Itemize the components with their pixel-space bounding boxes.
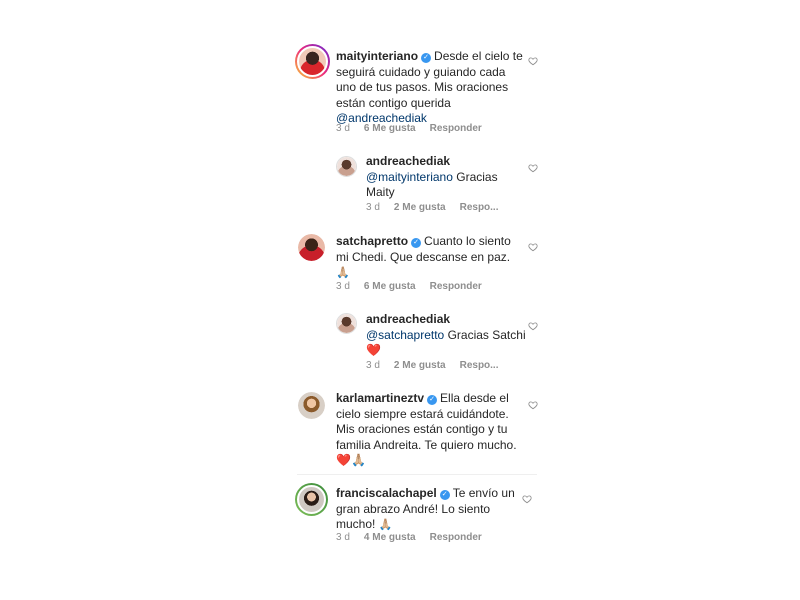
comment-text: satchapretto ✓ Cuanto lo siento mi Chedi. …	[336, 234, 526, 282]
heart-outline-icon[interactable]	[528, 242, 538, 252]
comment-meta: 3 d 2 Me gusta Respo...	[366, 202, 513, 213]
likes-count[interactable]: 2 Me gusta	[394, 202, 446, 213]
likes-count[interactable]: 4 Me gusta	[364, 532, 416, 543]
likes-count[interactable]: 6 Me gusta	[364, 281, 416, 292]
heart-outline-icon[interactable]	[528, 321, 538, 331]
avatar[interactable]	[298, 234, 325, 261]
reply-button[interactable]: Respo...	[460, 202, 499, 213]
heart-pray-emoji: ❤️🙏🏼	[336, 453, 366, 467]
timestamp: 3 d	[366, 360, 380, 371]
comment-text: franciscalachapel ✓ Te envío un gran abraz…	[336, 486, 516, 534]
reply-button[interactable]: Respo...	[460, 360, 499, 371]
verified-badge-icon: ✓	[421, 53, 432, 63]
avatar[interactable]	[336, 156, 357, 177]
likes-count[interactable]: 6 Me gusta	[364, 123, 416, 134]
heart-outline-icon[interactable]	[528, 163, 538, 173]
reply-button[interactable]: Responder	[430, 123, 482, 134]
username-link[interactable]: franciscalachapel	[336, 486, 437, 500]
avatar[interactable]	[295, 44, 330, 79]
username-link[interactable]: karlamartineztv	[336, 391, 424, 405]
username-link[interactable]: maityinteriano	[336, 49, 418, 63]
verified-badge-icon: ✓	[427, 395, 438, 405]
reply-button[interactable]: Responder	[430, 532, 482, 543]
username-link[interactable]: andreachediak	[366, 154, 450, 168]
comment-text: karlamartineztv ✓ Ella desde el cielo siem…	[336, 391, 526, 469]
heart-outline-icon[interactable]	[522, 494, 532, 504]
comment-text: andreachediak @maityinteriano Gracias Ma…	[366, 154, 526, 201]
timestamp: 3 d	[336, 532, 350, 543]
mention-link[interactable]: @satchapretto	[366, 328, 444, 342]
verified-badge-icon: ✓	[439, 490, 450, 500]
timestamp: 3 d	[336, 281, 350, 292]
username-link[interactable]: andreachediak	[366, 312, 450, 326]
reply-button[interactable]: Responder	[430, 281, 482, 292]
pray-emoji: 🙏🏼	[378, 519, 393, 531]
verified-badge-icon: ✓	[411, 238, 422, 248]
comment-text: andreachediak @satchapretto Gracias Satc…	[366, 312, 526, 359]
timestamp: 3 d	[336, 123, 350, 134]
heart-outline-icon[interactable]	[528, 56, 538, 66]
avatar[interactable]	[295, 483, 328, 516]
heart-outline-icon[interactable]	[528, 400, 538, 410]
divider	[297, 474, 537, 475]
heart-emoji: ❤️	[366, 343, 381, 357]
likes-count[interactable]: 2 Me gusta	[394, 360, 446, 371]
comment-text: maityinteriano ✓ Desde el cielo te seguirá…	[336, 49, 526, 127]
avatar[interactable]	[336, 313, 357, 334]
comment-meta: 3 d 6 Me gusta Responder	[336, 123, 496, 134]
comment-meta: 3 d 6 Me gusta Responder	[336, 281, 496, 292]
avatar[interactable]	[298, 392, 325, 419]
pray-emoji: 🙏🏼	[336, 267, 350, 279]
comment-body: Gracias Satchi	[447, 327, 526, 342]
comment-meta: 3 d 4 Me gusta Responder	[336, 532, 496, 543]
mention-link[interactable]: @maityinteriano	[366, 170, 453, 184]
comment-meta: 3 d 2 Me gusta Respo...	[366, 360, 513, 371]
timestamp: 3 d	[366, 202, 380, 213]
username-link[interactable]: satchapretto	[336, 234, 408, 248]
